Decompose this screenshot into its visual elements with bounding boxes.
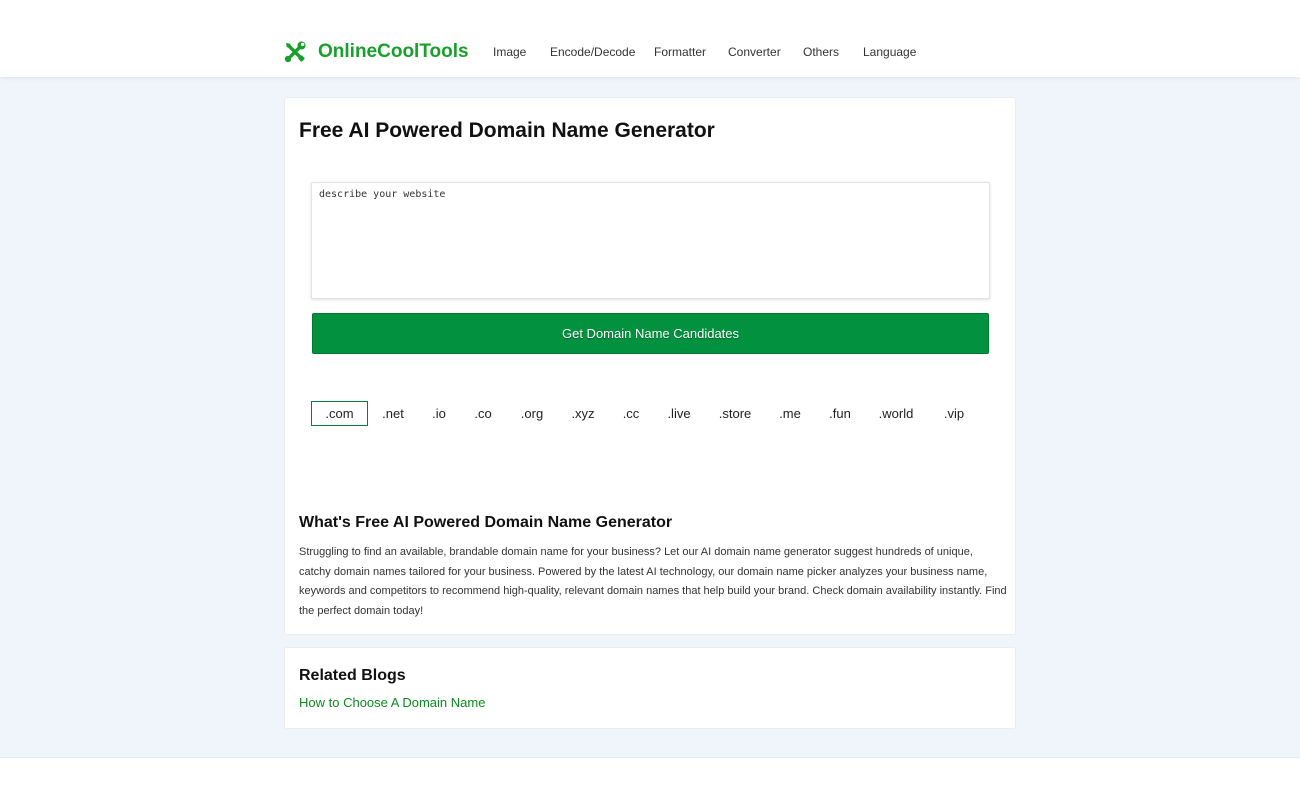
tld-option-net[interactable]: .net [378,401,408,426]
nav-formatter[interactable]: Formatter [654,45,706,59]
tld-option-io[interactable]: .io [429,401,449,426]
tld-option-fun[interactable]: .fun [827,401,853,426]
tld-option-live[interactable]: .live [664,401,694,426]
tools-icon [284,41,306,63]
about-text: Struggling to find an available, brandab… [299,546,1007,617]
tld-option-xyz[interactable]: .xyz [568,401,598,426]
related-blogs-title: Related Blogs [299,667,406,684]
tld-option-co[interactable]: .co [472,401,494,426]
site-name: OnlineCoolTools [318,41,469,62]
tld-option-cc[interactable]: .cc [620,401,642,426]
tld-option-me[interactable]: .me [777,401,803,426]
get-domain-candidates-button[interactable]: Get Domain Name Candidates [312,313,989,354]
blog-link-choose-domain[interactable]: How to Choose A Domain Name [299,695,485,711]
about-title: What's Free AI Powered Domain Name Gener… [299,514,673,531]
page-title: Free AI Powered Domain Name Generator [299,119,715,142]
site-header: OnlineCoolTools Image Encode/Decode Form… [0,0,1300,77]
nav-encode-decode[interactable]: Encode/Decode [550,45,635,59]
tld-option-world[interactable]: .world [876,401,916,426]
site-logo[interactable]: OnlineCoolTools [283,40,469,64]
nav-language[interactable]: Language [863,45,916,59]
nav-image[interactable]: Image [493,45,526,59]
website-description-input[interactable] [311,182,990,299]
tld-option-vip[interactable]: .vip [940,401,968,426]
tld-option-store[interactable]: .store [716,401,754,426]
tld-option-com[interactable]: .com [311,401,368,426]
generator-card: Free AI Powered Domain Name Generator Ge… [284,97,1016,635]
nav-converter[interactable]: Converter [728,45,781,59]
related-blogs-card: Related Blogs How to Choose A Domain Nam… [284,647,1016,729]
tld-option-org[interactable]: .org [517,401,547,426]
tld-selector: .com .net .io .co .org .xyz .cc .live .s… [311,401,991,426]
nav-others[interactable]: Others [803,45,839,59]
